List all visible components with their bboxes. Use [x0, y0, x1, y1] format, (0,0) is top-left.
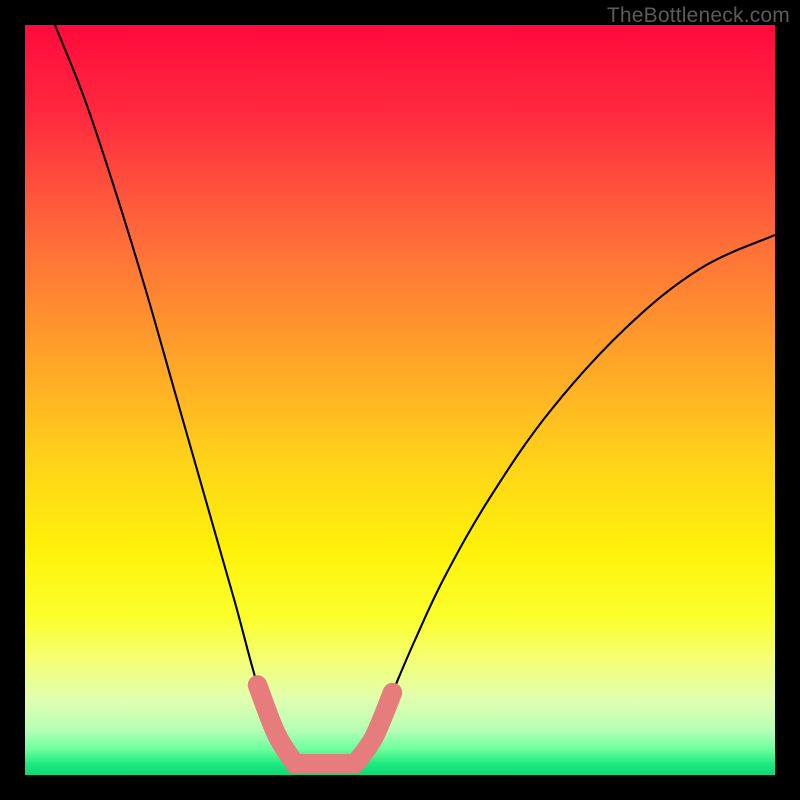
chart-frame: TheBottleneck.com — [0, 0, 800, 800]
series-highlight-right — [355, 693, 393, 764]
series-bottleneck-curve — [55, 25, 775, 768]
series-highlight-left — [258, 685, 296, 764]
plot-area — [25, 25, 775, 775]
curve-layer — [25, 25, 775, 775]
